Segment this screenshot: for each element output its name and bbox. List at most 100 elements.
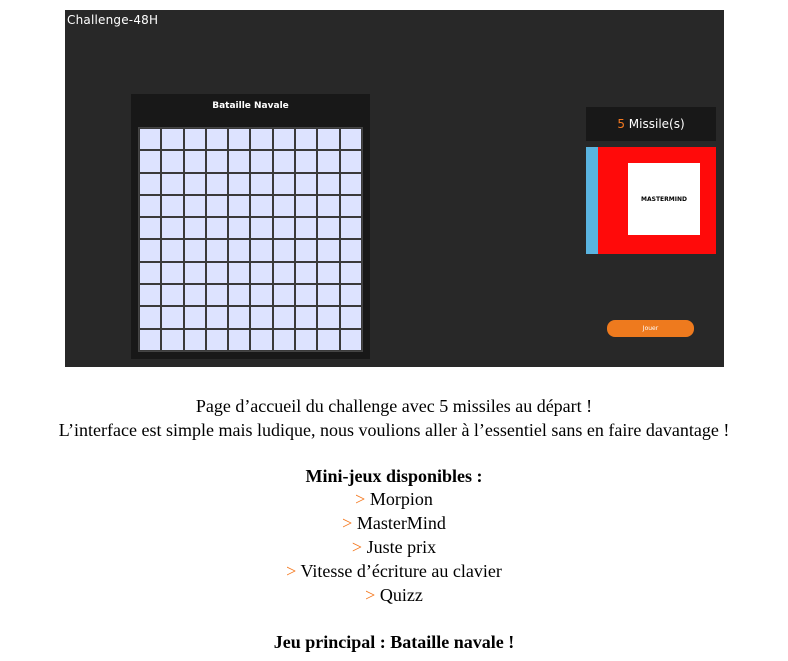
grid-cell[interactable] [317, 284, 340, 307]
grid-cell[interactable] [205, 128, 229, 151]
grid-cell[interactable] [183, 306, 206, 329]
grid-cell[interactable] [161, 284, 184, 307]
grid-cell[interactable] [317, 172, 340, 195]
grid-cell[interactable] [295, 217, 318, 240]
grid-cell[interactable] [205, 261, 229, 285]
grid-cell[interactable] [183, 217, 206, 240]
grid-cell[interactable] [317, 239, 340, 262]
grid-cell[interactable] [205, 217, 229, 240]
grid-cell[interactable] [139, 284, 162, 307]
grid-cell[interactable] [295, 284, 318, 307]
grid-cell[interactable] [139, 150, 162, 173]
grid-cell[interactable] [339, 284, 362, 307]
grid-cell[interactable] [272, 261, 296, 285]
grid-cell[interactable] [339, 194, 362, 218]
grid-cell[interactable] [250, 172, 273, 195]
grid-cell[interactable] [339, 217, 362, 240]
grid-cell[interactable] [250, 261, 273, 285]
grid-cell[interactable] [183, 194, 206, 218]
grid-cell[interactable] [317, 194, 340, 218]
grid-cell[interactable] [228, 239, 251, 262]
grid-cell[interactable] [339, 261, 362, 285]
grid-cell[interactable] [139, 194, 162, 218]
grid-cell[interactable] [183, 284, 206, 307]
grid-cell[interactable] [139, 261, 162, 285]
grid-cell[interactable] [272, 284, 296, 307]
grid-cell[interactable] [228, 306, 251, 329]
play-button[interactable]: Jouer [607, 320, 694, 337]
grid-cell[interactable] [139, 172, 162, 195]
grid-cell[interactable] [272, 194, 296, 218]
grid-cell[interactable] [295, 239, 318, 262]
grid-cell[interactable] [228, 284, 251, 307]
grid-cell[interactable] [339, 128, 362, 151]
grid-cell[interactable] [250, 239, 273, 262]
grid-cell[interactable] [228, 194, 251, 218]
grid-cell[interactable] [295, 150, 318, 173]
grid-cell[interactable] [205, 328, 229, 351]
grid-cell[interactable] [272, 217, 296, 240]
grid-cell[interactable] [205, 239, 229, 262]
grid-cell[interactable] [250, 150, 273, 173]
grid-cell[interactable] [139, 128, 162, 151]
grid-cell[interactable] [339, 172, 362, 195]
grid-cell[interactable] [272, 128, 296, 151]
grid-cell[interactable] [228, 172, 251, 195]
grid-cell[interactable] [183, 328, 206, 351]
grid-cell[interactable] [183, 150, 206, 173]
grid-cell[interactable] [139, 306, 162, 329]
grid-cell[interactable] [339, 150, 362, 173]
grid-cell[interactable] [205, 284, 229, 307]
grid-cell[interactable] [295, 194, 318, 218]
grid-cell[interactable] [205, 150, 229, 173]
grid-cell[interactable] [272, 239, 296, 262]
grid-cell[interactable] [228, 128, 251, 151]
grid-cell[interactable] [295, 306, 318, 329]
grid-cell[interactable] [139, 328, 162, 351]
grid-cell[interactable] [161, 328, 184, 351]
grid-cell[interactable] [339, 239, 362, 262]
grid-cell[interactable] [205, 194, 229, 218]
grid-cell[interactable] [317, 150, 340, 173]
grid-cell[interactable] [272, 172, 296, 195]
grid-cell[interactable] [161, 217, 184, 240]
grid-cell[interactable] [183, 239, 206, 262]
grid-cell[interactable] [205, 172, 229, 195]
grid-cell[interactable] [317, 328, 340, 351]
grid-cell[interactable] [317, 306, 340, 329]
grid-cell[interactable] [339, 306, 362, 329]
grid-cell[interactable] [317, 261, 340, 285]
grid-cell[interactable] [295, 128, 318, 151]
grid-cell[interactable] [183, 172, 206, 195]
grid-cell[interactable] [272, 306, 296, 329]
grid-cell[interactable] [139, 217, 162, 240]
grid-cell[interactable] [228, 150, 251, 173]
grid-cell[interactable] [139, 239, 162, 262]
grid-cell[interactable] [228, 261, 251, 285]
grid-cell[interactable] [161, 172, 184, 195]
grid-cell[interactable] [228, 328, 251, 351]
grid-cell[interactable] [161, 128, 184, 151]
grid-cell[interactable] [317, 128, 340, 151]
grid-cell[interactable] [250, 128, 273, 151]
grid-cell[interactable] [161, 194, 184, 218]
grid-cell[interactable] [250, 284, 273, 307]
grid-cell[interactable] [183, 128, 206, 151]
grid-cell[interactable] [339, 328, 362, 351]
grid-cell[interactable] [183, 261, 206, 285]
grid-cell[interactable] [295, 261, 318, 285]
grid-cell[interactable] [272, 328, 296, 351]
grid-cell[interactable] [161, 239, 184, 262]
grid-cell[interactable] [250, 306, 273, 329]
grid-cell[interactable] [250, 217, 273, 240]
grid-cell[interactable] [161, 261, 184, 285]
grid-cell[interactable] [250, 328, 273, 351]
grid-cell[interactable] [272, 150, 296, 173]
grid-cell[interactable] [250, 194, 273, 218]
grid-cell[interactable] [228, 217, 251, 240]
mastermind-game-card[interactable]: MASTERMIND [586, 147, 716, 254]
grid-cell[interactable] [295, 172, 318, 195]
grid-cell[interactable] [205, 306, 229, 329]
grid-cell[interactable] [295, 328, 318, 351]
grid-cell[interactable] [161, 306, 184, 329]
